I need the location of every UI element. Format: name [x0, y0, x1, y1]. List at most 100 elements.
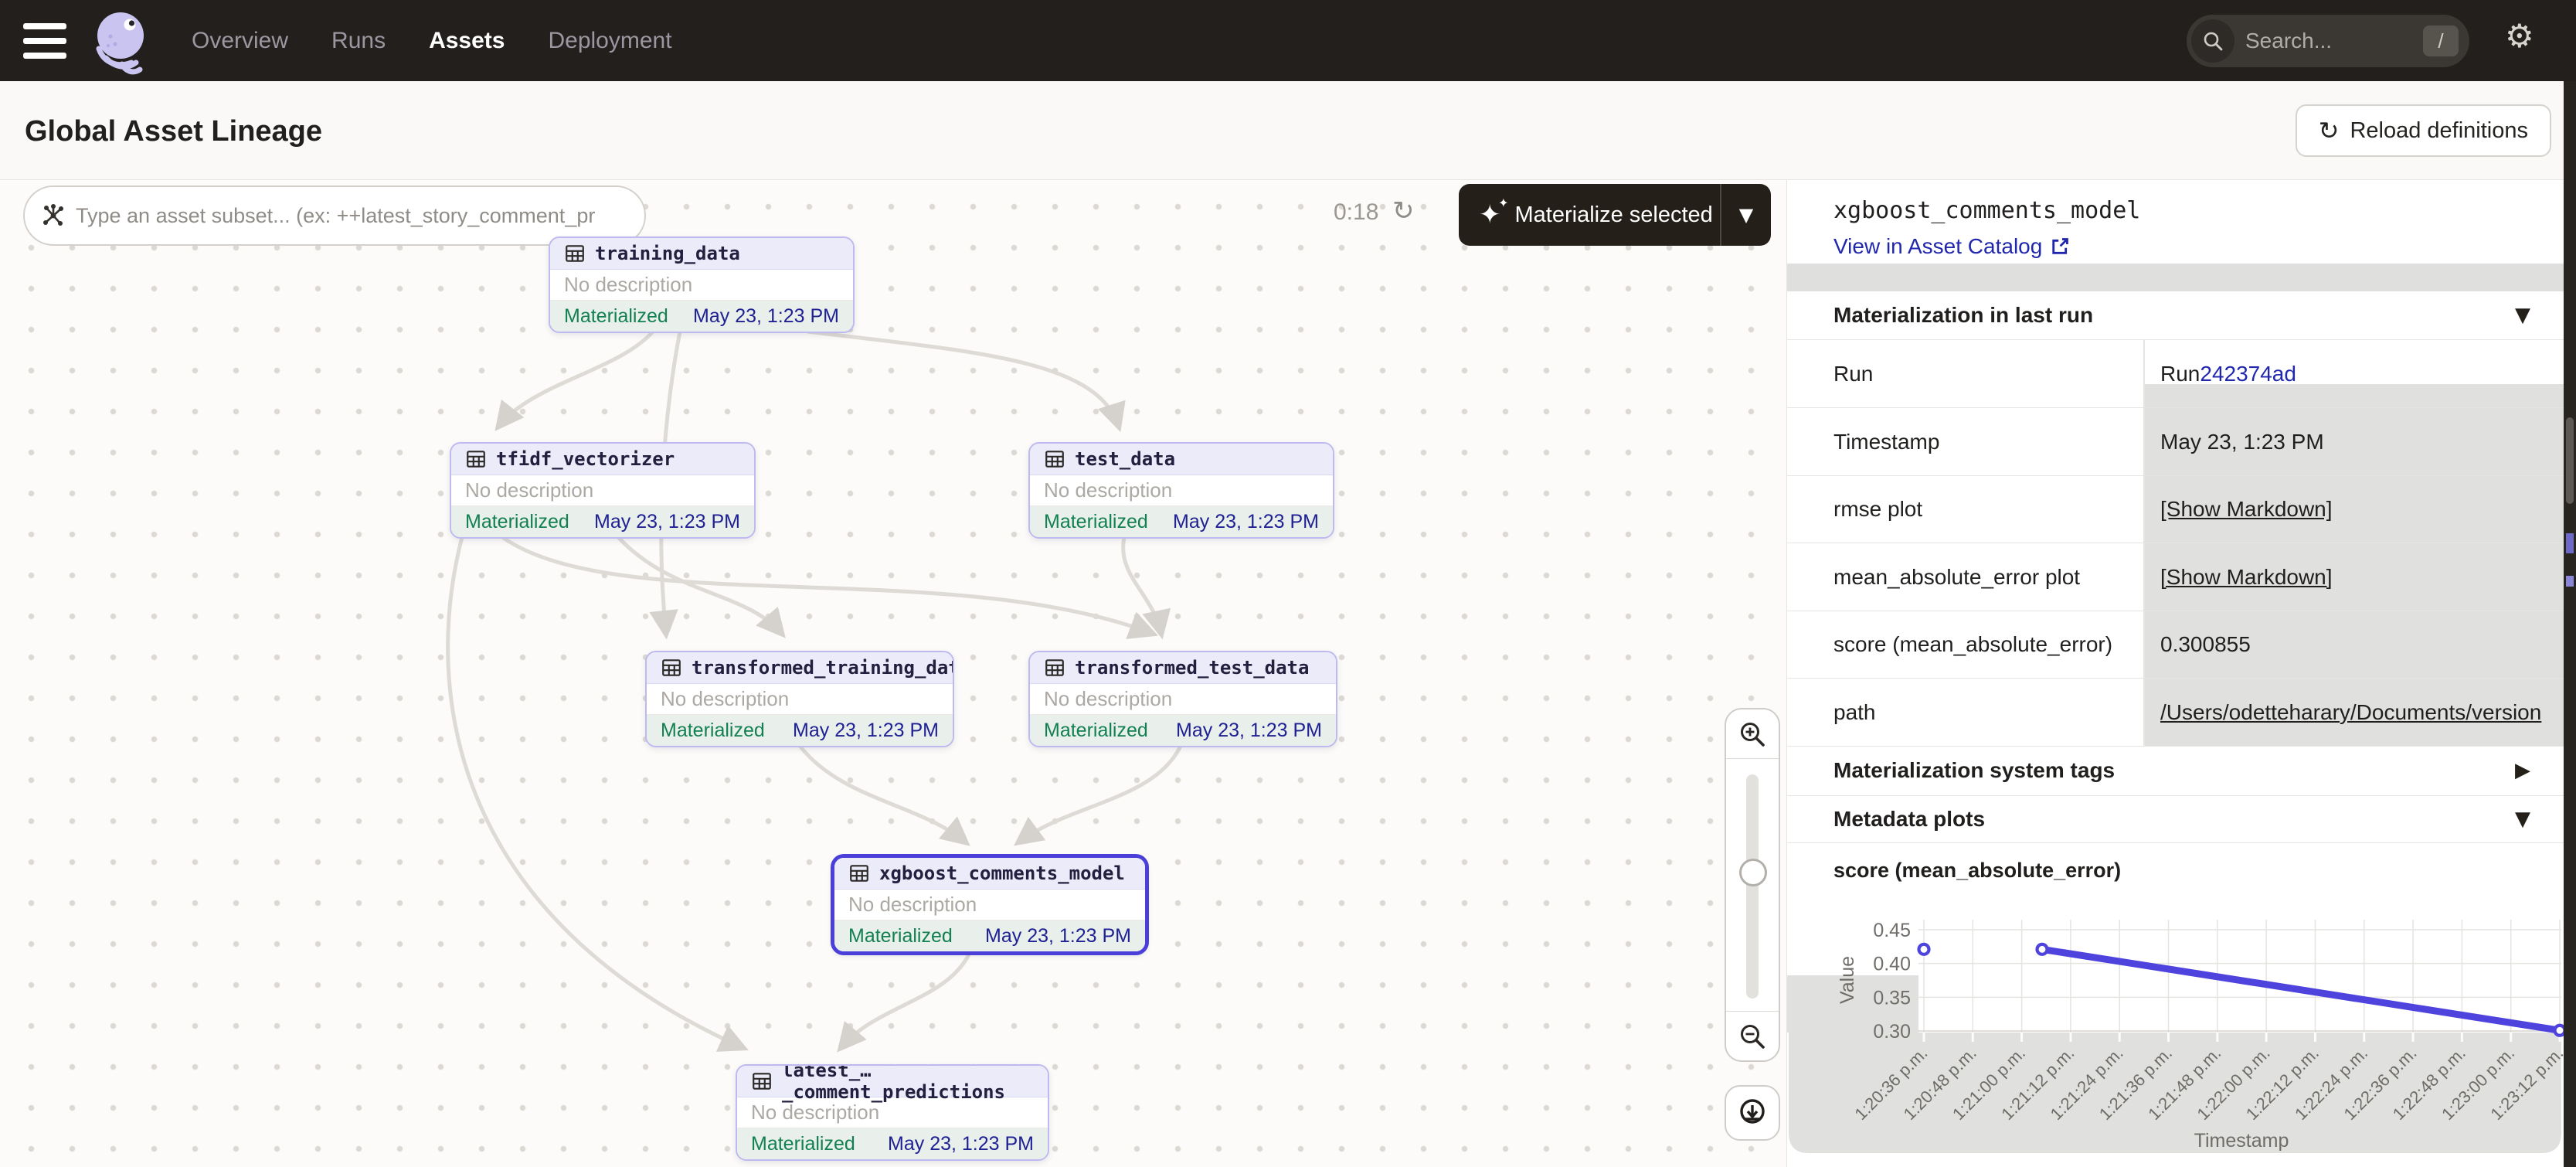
materialized-timestamp: May 23, 1:23 PM — [1176, 720, 1322, 742]
table-row-score: score (mean_absolute_error) 0.300855 — [1787, 611, 2564, 679]
refresh-icon[interactable]: ↻ — [1392, 196, 1415, 226]
asset-node-training_data[interactable]: training_data No description Materialize… — [549, 236, 855, 333]
page-header: Global Asset Lineage ↻ Reload definition… — [0, 81, 2576, 180]
section-materialization-last-run[interactable]: Materialization in last run ▼ — [1787, 291, 2564, 340]
dagster-app: Overview Runs Assets Deployment / ⚙ Glob… — [0, 0, 2576, 1167]
materialized-timestamp: May 23, 1:23 PM — [888, 1133, 1034, 1155]
scrollbar[interactable] — [2564, 81, 2576, 1167]
table-icon — [751, 1070, 773, 1092]
y-tick-label: 0.35 — [1873, 987, 1911, 1009]
hamburger-menu-icon[interactable] — [23, 23, 68, 59]
asset-lineage-graph[interactable]: 0:18 ↻ ✦✦ Materialize selected ▼ trainin… — [0, 180, 1786, 1167]
table-icon — [848, 862, 870, 884]
status-badge: Materialized — [751, 1133, 855, 1155]
table-icon — [1044, 657, 1065, 679]
chevron-right-icon[interactable]: ▶ — [2515, 759, 2530, 782]
asset-node-transformed_test_data[interactable]: transformed_test_data No description Mat… — [1028, 651, 1337, 747]
table-row-mae-plot: mean_absolute_error plot [Show Markdown] — [1787, 543, 2564, 611]
status-badge: Materialized — [848, 925, 953, 948]
lineage-edge — [807, 332, 1119, 427]
asset-node-test_data[interactable]: test_data No description MaterializedMay… — [1028, 442, 1334, 539]
nav-items: Overview Runs Assets Deployment — [192, 28, 672, 54]
settings-gear-icon[interactable]: ⚙ — [2505, 17, 2534, 55]
table-icon — [661, 657, 682, 679]
materialized-timestamp: May 23, 1:23 PM — [985, 925, 1131, 948]
asset-details-panel: xgboost_comments_model View in Asset Cat… — [1786, 180, 2564, 1167]
run-link[interactable]: 242374ad — [2200, 362, 2296, 386]
top-nav: Overview Runs Assets Deployment / ⚙ — [0, 0, 2576, 81]
search-shortcut-badge: / — [2423, 26, 2459, 56]
download-graph-button[interactable] — [1725, 1085, 1780, 1141]
y-tick-label: 0.40 — [1873, 954, 1911, 975]
table-row-timestamp: Timestamp May 23, 1:23 PM — [1787, 408, 2564, 476]
status-badge: Materialized — [661, 720, 765, 742]
global-search[interactable]: / — [2187, 15, 2469, 67]
chevron-down-icon[interactable]: ▼ — [2515, 304, 2530, 327]
chevron-down-icon[interactable]: ▼ — [2515, 808, 2530, 831]
page-title: Global Asset Lineage — [25, 115, 322, 148]
lineage-edge — [800, 746, 966, 842]
lineage-edge — [448, 537, 743, 1048]
data-point — [1919, 944, 1929, 954]
section-materialization-system-tags[interactable]: Materialization system tags ▶ — [1787, 746, 2564, 796]
materialized-timestamp: May 23, 1:23 PM — [1173, 511, 1319, 533]
table-icon — [1044, 448, 1065, 470]
sparkle-icon: ✦✦ — [1479, 202, 1501, 228]
show-markdown-link[interactable]: [Show Markdown] — [2160, 497, 2333, 522]
table-row-path: path /Users/odetteharary/Documents/versi… — [1787, 679, 2564, 747]
materialize-dropdown-caret[interactable]: ▼ — [1721, 204, 1771, 226]
reload-definitions-button[interactable]: ↻ Reload definitions — [2296, 104, 2551, 157]
nav-item-deployment[interactable]: Deployment — [548, 28, 671, 54]
asset-node-transformed_training_data[interactable]: transformed_training_data No description… — [645, 651, 954, 747]
score-line-chart: 0.450.400.350.301:20:36 p.m.1:20:48 p.m.… — [1787, 889, 2564, 1167]
nav-item-runs[interactable]: Runs — [331, 28, 386, 54]
scrollbar-thumb[interactable] — [2566, 417, 2574, 504]
y-tick-label: 0.30 — [1873, 1021, 1911, 1043]
plot-title: score (mean_absolute_error) — [1833, 859, 2121, 883]
nav-item-assets[interactable]: Assets — [429, 28, 505, 54]
zoom-out-button[interactable] — [1726, 1011, 1779, 1060]
status-badge: Materialized — [465, 511, 569, 533]
external-link-icon — [2050, 236, 2070, 257]
lineage-edge — [502, 537, 1153, 634]
view-in-asset-catalog-link[interactable]: View in Asset Catalog — [1833, 234, 2070, 259]
status-badge: Materialized — [1044, 511, 1148, 533]
path-link[interactable]: /Users/odetteharary/Documents/version — [2160, 700, 2541, 725]
zoom-slider-track[interactable] — [1746, 774, 1759, 999]
zoom-controls — [1725, 708, 1780, 1062]
panel-divider-band — [1787, 264, 2564, 291]
materialized-timestamp: May 23, 1:23 PM — [594, 511, 740, 533]
y-axis-title: Value — [1837, 956, 1858, 1004]
materialized-timestamp: May 23, 1:23 PM — [693, 305, 839, 328]
search-icon — [2191, 19, 2234, 63]
search-input[interactable] — [2245, 29, 2377, 53]
asset-node-latest_comment_predictions[interactable]: latest_…_comment_predictions No descript… — [736, 1064, 1049, 1161]
zoom-in-button[interactable] — [1726, 709, 1779, 759]
table-row-run: Run Run 242374ad — [1787, 340, 2564, 408]
y-tick-label: 0.45 — [1873, 920, 1911, 941]
nav-item-overview[interactable]: Overview — [192, 28, 288, 54]
x-axis-title: Timestamp — [2194, 1130, 2289, 1152]
materialize-selected-button[interactable]: ✦✦ Materialize selected ▼ — [1459, 184, 1771, 246]
status-badge: Materialized — [564, 305, 668, 328]
asset-node-tfidf_vectorizer[interactable]: tfidf_vectorizer No description Material… — [450, 442, 756, 539]
data-point — [2037, 944, 2047, 954]
refresh-timer: 0:18 — [1334, 199, 1378, 226]
table-row-rmse-plot: rmse plot [Show Markdown] — [1787, 475, 2564, 543]
lineage-edge — [1018, 746, 1181, 842]
scrollbar-mark — [2566, 533, 2574, 553]
lineage-edge — [498, 332, 653, 427]
asset-node-xgboost_comments_model[interactable]: xgboost_comments_model No description Ma… — [833, 856, 1147, 953]
lineage-edge — [841, 953, 970, 1048]
section-metadata-plots[interactable]: Metadata plots ▼ — [1787, 796, 2564, 843]
table-icon — [465, 448, 487, 470]
reload-icon: ↻ — [2319, 118, 2340, 143]
zoom-slider-thumb[interactable] — [1739, 859, 1767, 886]
status-badge: Materialized — [1044, 720, 1148, 742]
asset-title: xgboost_comments_model — [1833, 197, 2140, 224]
asset-subset-input[interactable] — [23, 185, 646, 246]
dagster-logo-icon[interactable] — [85, 5, 156, 77]
show-markdown-link[interactable]: [Show Markdown] — [2160, 565, 2333, 590]
lineage-edge — [1123, 537, 1161, 634]
table-icon — [564, 243, 586, 264]
